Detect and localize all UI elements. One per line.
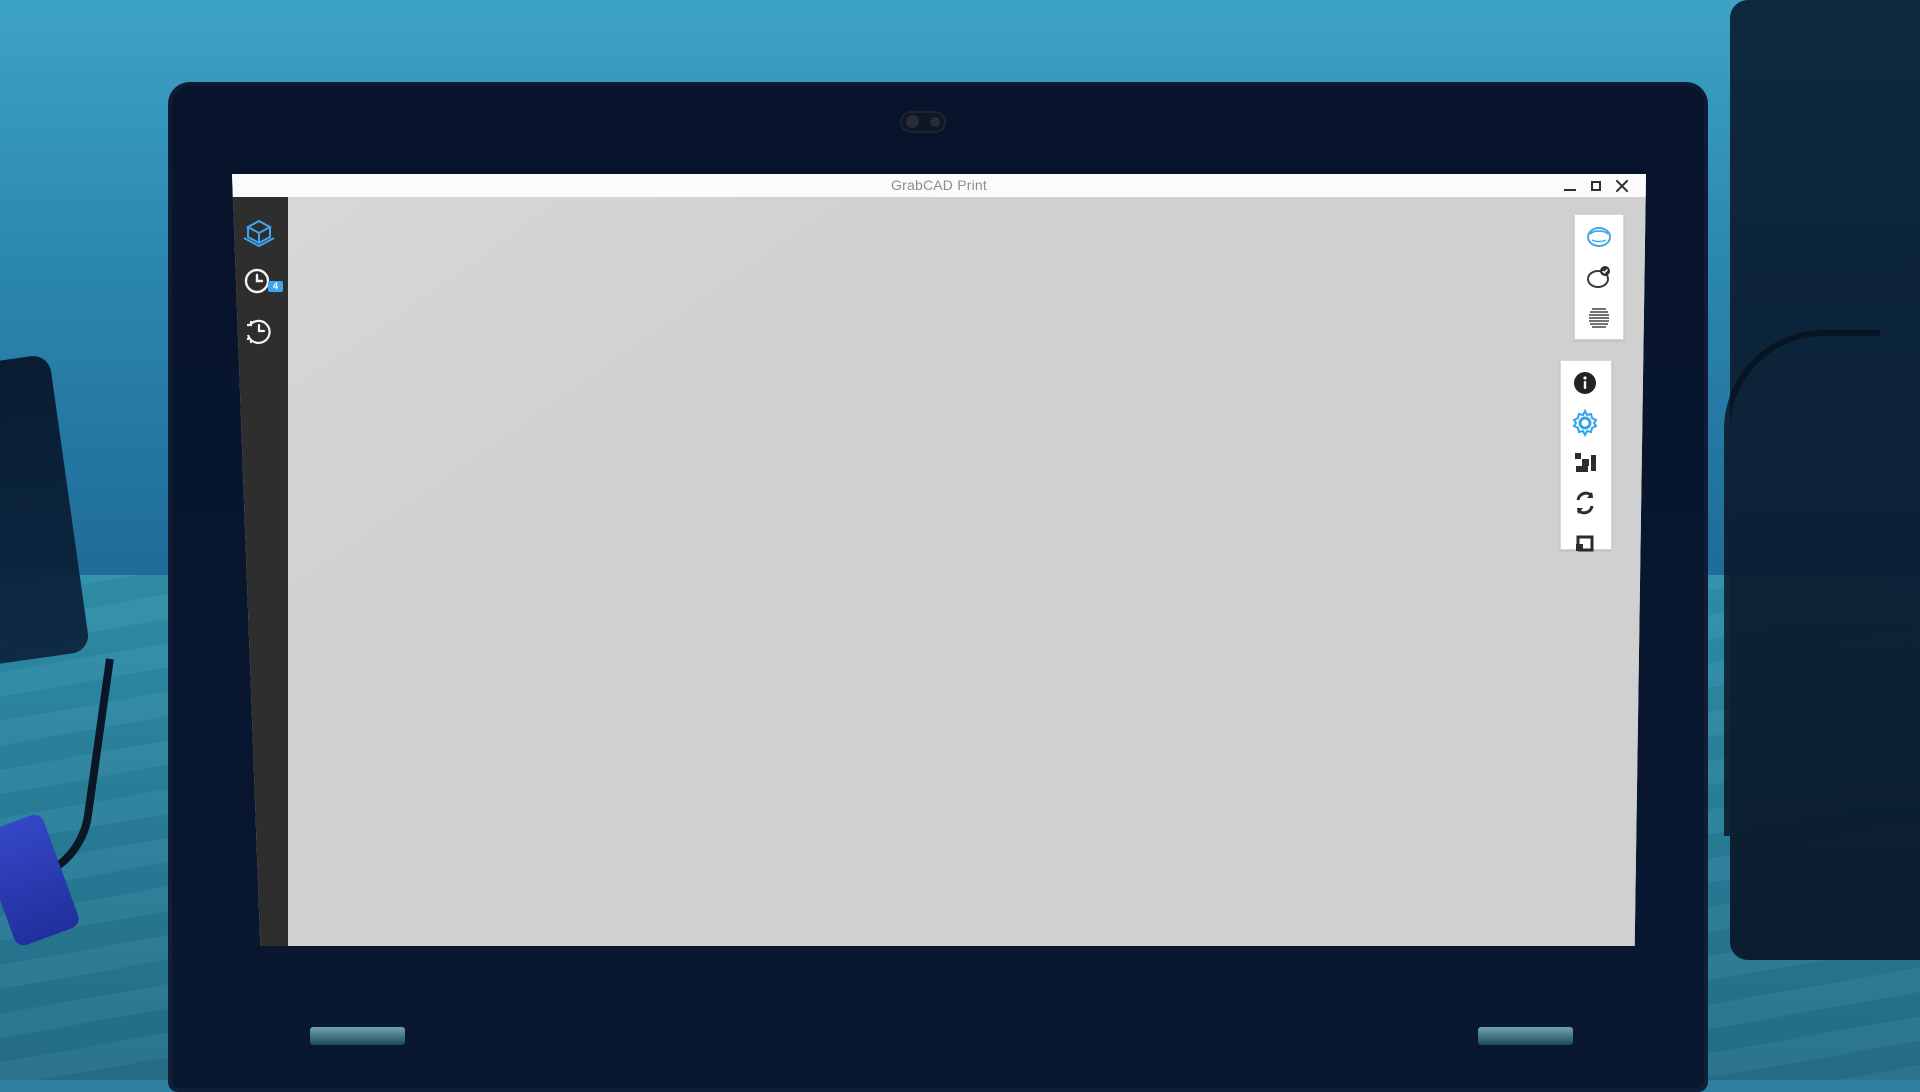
view-tools-panel bbox=[1574, 214, 1624, 340]
webcam bbox=[900, 111, 946, 133]
right-cable bbox=[1724, 330, 1880, 836]
slice-layers-icon bbox=[1589, 308, 1609, 328]
rotate-button[interactable] bbox=[1567, 485, 1603, 521]
history-button[interactable] bbox=[235, 313, 283, 349]
rotate-icon bbox=[1576, 491, 1594, 515]
queue-count-badge: 4 bbox=[268, 281, 283, 292]
scale-icon bbox=[1576, 535, 1594, 552]
check-model-button[interactable] bbox=[1581, 259, 1617, 295]
right-hinge bbox=[1478, 1027, 1573, 1045]
3d-viewport[interactable] bbox=[288, 197, 1646, 946]
check-model-icon bbox=[1587, 266, 1610, 288]
info-icon bbox=[1574, 372, 1596, 394]
laptop-screen: GrabCAD Print 4 bbox=[232, 174, 1646, 946]
minimize-button[interactable] bbox=[1562, 178, 1578, 194]
maximize-icon bbox=[1591, 180, 1601, 191]
history-clock-icon bbox=[246, 319, 271, 344]
arrange-icon bbox=[1575, 453, 1596, 472]
window-controls bbox=[1562, 174, 1630, 197]
info-button[interactable] bbox=[1567, 365, 1603, 401]
project-button[interactable] bbox=[235, 215, 283, 251]
model-tools-panel bbox=[1560, 360, 1612, 552]
settings-icon bbox=[1572, 408, 1598, 438]
window-title: GrabCAD Print bbox=[891, 177, 987, 193]
scale-button[interactable] bbox=[1567, 525, 1603, 561]
left-hinge bbox=[310, 1027, 405, 1045]
arrange-button[interactable] bbox=[1567, 445, 1603, 481]
close-button[interactable] bbox=[1614, 178, 1630, 194]
slice-layers-button[interactable] bbox=[1581, 299, 1617, 335]
maximize-button[interactable] bbox=[1588, 178, 1604, 194]
close-icon bbox=[1615, 179, 1629, 193]
minimize-icon bbox=[1564, 188, 1576, 191]
settings-button[interactable] bbox=[1567, 405, 1603, 441]
window-titlebar: GrabCAD Print bbox=[232, 174, 1646, 197]
view-mode-icon bbox=[1587, 227, 1611, 247]
cube-icon bbox=[243, 219, 275, 248]
print-queue-button[interactable]: 4 bbox=[235, 263, 283, 299]
view-mode-button[interactable] bbox=[1581, 219, 1617, 255]
